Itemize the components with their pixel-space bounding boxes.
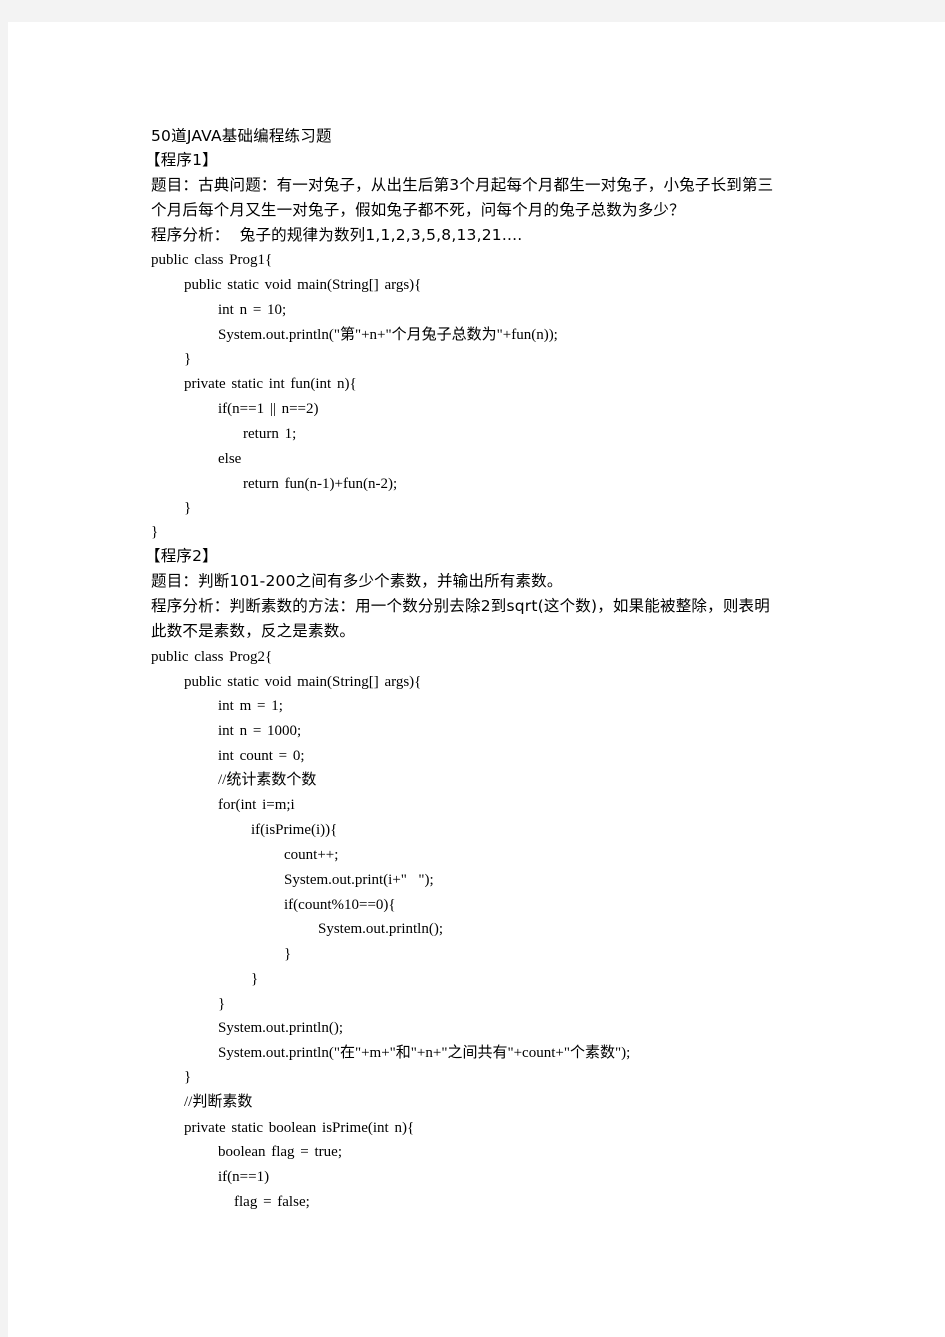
code-line: boolean flag = true; <box>218 1144 343 1160</box>
code-line: public class Prog2{ <box>151 649 273 665</box>
program-2-analysis-line-2: 此数不是素数，反之是素数。 <box>151 622 356 640</box>
code-line: } <box>251 971 259 987</box>
code-line: return 1; <box>243 426 297 442</box>
code-line: public static void main(String[] args){ <box>184 674 422 690</box>
code-line: return fun(n-1)+fun(n-2); <box>243 476 398 492</box>
code-line: } <box>218 996 226 1012</box>
code-line: System.out.println(); <box>318 921 443 937</box>
code-line: System.out.println("第"+n+"个月兔子总数为"+fun(n… <box>218 327 558 343</box>
code-line: if(n==1 || n==2) <box>218 401 319 417</box>
program-2-analysis-line-1: 程序分析：判断素数的方法：用一个数分别去除2到sqrt(这个数)，如果能被整除，… <box>151 597 770 615</box>
code-line: for(int i=m;i <box>218 797 295 813</box>
code-comment: //判断素数 <box>184 1094 253 1110</box>
code-line: if(isPrime(i)){ <box>251 822 338 838</box>
document-title: 50道JAVA基础编程练习题 <box>151 127 332 145</box>
program-1-analysis-line-1: 程序分析： 兔子的规律为数列1,1,2,3,5,8,13,21.... <box>151 226 523 244</box>
program-1-problem-line-1: 题目：古典问题：有一对兔子，从出生后第3个月起每个月都生一对兔子，小兔子长到第三 <box>151 176 774 194</box>
code-line: flag = false; <box>234 1194 310 1210</box>
program-2-problem-line-1: 题目：判断101-200之间有多少个素数，并输出所有素数。 <box>151 572 563 590</box>
code-line: public static void main(String[] args){ <box>184 277 422 293</box>
code-line: if(n==1) <box>218 1169 270 1185</box>
code-line: System.out.println("在"+m+"和"+n+"之间共有"+co… <box>218 1045 631 1061</box>
code-line: System.out.println(); <box>218 1020 343 1036</box>
code-line: if(count%10==0){ <box>284 897 396 913</box>
document-page: 50道JAVA基础编程练习题 【程序1】 题目：古典问题：有一对兔子，从出生后第… <box>8 22 945 1337</box>
code-line: int count = 0; <box>218 748 305 764</box>
program-1-problem-line-2: 个月后每个月又生一对兔子，假如兔子都不死，问每个月的兔子总数为多少？ <box>151 201 685 219</box>
code-comment: //统计素数个数 <box>218 772 317 788</box>
program-1-heading: 【程序1】 <box>145 151 218 169</box>
code-line: else <box>218 451 242 467</box>
code-line: private static int fun(int n){ <box>184 376 357 392</box>
code-line: int n = 10; <box>218 302 287 318</box>
code-line: } <box>184 500 192 516</box>
code-line: System.out.print(i+" "); <box>284 872 434 888</box>
code-line: } <box>151 524 159 540</box>
program-2-heading: 【程序2】 <box>145 547 218 565</box>
code-line: public class Prog1{ <box>151 252 273 268</box>
code-line: int m = 1; <box>218 698 283 714</box>
code-line: private static boolean isPrime(int n){ <box>184 1120 415 1136</box>
code-line: int n = 1000; <box>218 723 302 739</box>
code-line: count++; <box>284 847 339 863</box>
code-line: } <box>184 1069 192 1085</box>
code-line: } <box>284 946 292 962</box>
code-line: } <box>184 351 192 367</box>
